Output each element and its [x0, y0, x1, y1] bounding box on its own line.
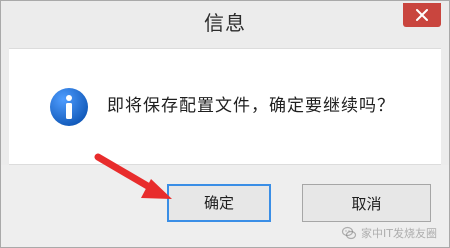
watermark: 家中IT发烧友圈	[341, 221, 449, 245]
info-icon	[49, 87, 89, 127]
dialog-title: 信息	[204, 11, 246, 35]
ok-button[interactable]: 确定	[167, 184, 271, 222]
wechat-icon	[341, 226, 357, 240]
cancel-button[interactable]: 取消	[302, 184, 431, 222]
close-icon	[416, 9, 428, 21]
title-bar: 信息	[1, 1, 449, 46]
dialog-content: 即将保存配置文件，确定要继续吗？	[9, 48, 441, 165]
message-dialog: 信息 即将保存配置文件，确定要继续吗？ 确定 取消 家中IT发烧友圈	[0, 0, 450, 248]
dialog-message: 即将保存配置文件，确定要继续吗？	[107, 96, 395, 116]
watermark-text: 家中IT发烧友圈	[361, 227, 437, 240]
close-button[interactable]	[403, 3, 441, 27]
